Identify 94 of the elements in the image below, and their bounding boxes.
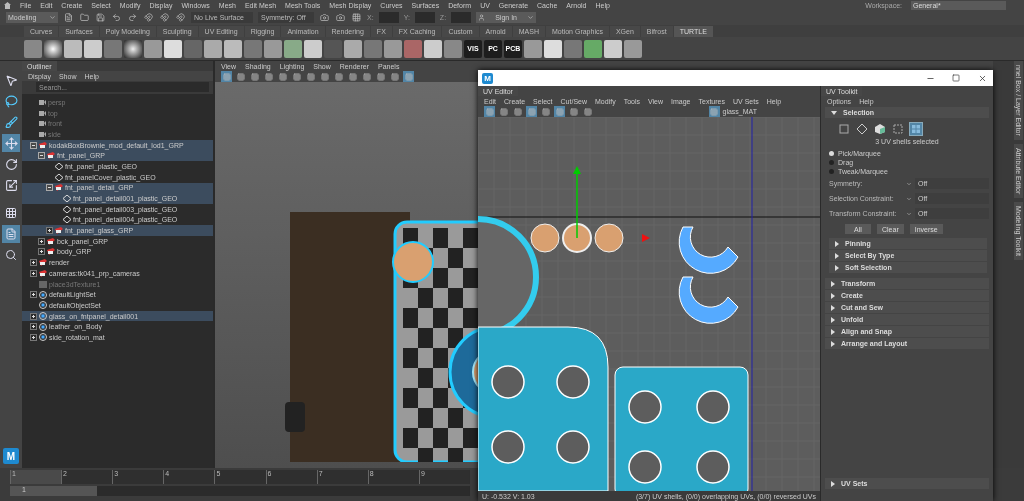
uv-tool-icon[interactable]	[540, 106, 551, 117]
move-tool-icon[interactable]	[2, 134, 20, 152]
snap-icon[interactable]	[159, 12, 170, 23]
expand-icon[interactable]	[30, 291, 37, 299]
expand-icon[interactable]	[30, 323, 37, 331]
group-icon	[47, 237, 55, 245]
shelf-tool-icon[interactable]	[584, 39, 602, 58]
viewport-tool-icon[interactable]	[347, 71, 358, 82]
coord-field[interactable]	[378, 12, 399, 23]
paint-tool-icon[interactable]	[2, 113, 20, 131]
viewport-tool-icon[interactable]	[263, 71, 274, 82]
grid-icon[interactable]	[351, 12, 362, 23]
face-mode-icon[interactable]	[873, 122, 887, 136]
viewport-tool-icon[interactable]	[375, 71, 386, 82]
shelf-tool-icon[interactable]	[204, 39, 222, 58]
camera-icon	[39, 110, 46, 116]
expand-icon[interactable]	[38, 237, 45, 245]
shelf-tool-icon[interactable]	[44, 39, 62, 58]
group-icon	[55, 184, 63, 192]
collapse-icon[interactable]	[46, 184, 53, 192]
camera-icon	[39, 121, 46, 127]
shelf-tool-icon[interactable]	[84, 39, 102, 58]
shelf-tool-icon[interactable]	[604, 39, 622, 58]
viewport-tool-icon[interactable]	[249, 71, 260, 82]
shelf-tool-icon[interactable]	[424, 39, 442, 58]
folder-icon[interactable]	[79, 12, 90, 23]
set-icon	[39, 301, 47, 310]
viewport-tool-icon[interactable]	[305, 71, 316, 82]
group-icon	[55, 227, 63, 235]
expand-icon[interactable]	[38, 248, 45, 256]
caret-icon[interactable]	[906, 180, 912, 187]
viewport-tool-icon[interactable]	[333, 71, 344, 82]
expand-icon[interactable]	[30, 333, 37, 341]
set-icon	[39, 290, 47, 299]
maximize-icon[interactable]	[952, 74, 960, 82]
shelf-tool-icon[interactable]	[264, 39, 282, 58]
save-icon[interactable]	[95, 12, 106, 23]
shelf-tool-icon[interactable]	[524, 39, 542, 58]
coord-field[interactable]	[451, 12, 472, 23]
group-icon	[47, 152, 55, 160]
caret-icon[interactable]	[527, 14, 535, 21]
shelf-tool-icon[interactable]	[164, 39, 182, 58]
group-icon	[39, 259, 47, 267]
viewport-tool-icon[interactable]	[277, 71, 288, 82]
texture-icon	[39, 280, 47, 288]
viewport-tool-icon[interactable]	[389, 71, 400, 82]
caret-icon[interactable]	[49, 14, 56, 21]
camera-icon	[39, 131, 46, 137]
uv-tool-icon[interactable]	[568, 106, 579, 117]
expand-icon[interactable]	[30, 269, 37, 277]
group-icon	[47, 248, 55, 256]
edge-mode-icon[interactable]	[855, 122, 869, 136]
shelf-tool-icon[interactable]	[124, 39, 142, 58]
shelf-tool-icon[interactable]	[304, 39, 322, 58]
collapse-icon[interactable]	[30, 141, 37, 149]
home-icon[interactable]	[4, 1, 11, 9]
snap-icon[interactable]	[175, 12, 186, 23]
shelf-tool-icon[interactable]	[284, 39, 302, 58]
shelf-tool-icon[interactable]	[144, 39, 162, 58]
viewport-tool-icon[interactable]	[319, 71, 330, 82]
viewport-tool-icon[interactable]	[291, 71, 302, 82]
shelf-tool-icon[interactable]	[64, 39, 82, 58]
uv-tool-icon[interactable]	[498, 106, 509, 117]
set-icon	[39, 333, 47, 342]
coord-field[interactable]	[414, 12, 435, 23]
lasso-tool-icon[interactable]	[2, 92, 20, 110]
viewport-tool-icon[interactable]	[361, 71, 372, 82]
checker-icon[interactable]	[708, 106, 720, 117]
expand-icon[interactable]	[30, 312, 37, 320]
uv-tool-icon[interactable]	[582, 106, 593, 117]
expand-icon[interactable]	[30, 259, 37, 267]
uv-tool-icon[interactable]	[512, 106, 523, 117]
close-icon[interactable]	[977, 73, 987, 83]
viewport-tool-icon[interactable]	[235, 71, 246, 82]
collapse-icon[interactable]	[38, 152, 45, 160]
user-icon[interactable]	[478, 14, 486, 21]
caret-icon[interactable]	[906, 210, 912, 217]
shell-mode-icon[interactable]	[909, 122, 923, 136]
app-logo: M	[3, 448, 19, 464]
app-logo: M	[482, 72, 493, 84]
snap-icon[interactable]	[143, 12, 154, 23]
expand-icon[interactable]	[46, 227, 53, 235]
undo-icon[interactable]	[111, 12, 122, 23]
caret-icon[interactable]	[906, 195, 912, 202]
shelf-tool-icon[interactable]	[544, 39, 562, 58]
camera-icon	[39, 99, 46, 105]
new-file-icon[interactable]	[63, 12, 74, 23]
shelf-tool-icon[interactable]	[624, 39, 642, 58]
shelf-tool-icon[interactable]	[224, 39, 242, 58]
shelf-tool-icon[interactable]	[344, 39, 362, 58]
redo-icon[interactable]	[127, 12, 138, 23]
shelf-tool-icon[interactable]	[384, 39, 402, 58]
group-icon	[39, 269, 47, 277]
group-icon	[39, 141, 47, 149]
